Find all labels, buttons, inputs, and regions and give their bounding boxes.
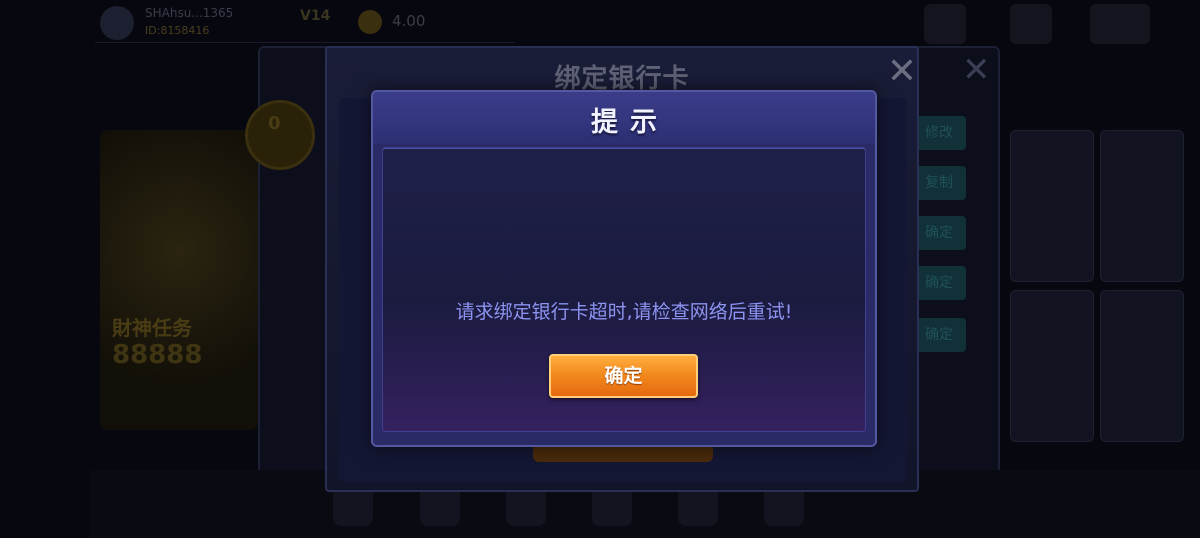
game-card: [1010, 290, 1094, 442]
side-button-confirm: 确定: [912, 318, 966, 352]
nav-icon: [333, 486, 373, 526]
alert-message: 请求绑定银行卡超时,请检查网络后重试!: [455, 301, 793, 323]
menu-icon: [924, 4, 966, 44]
gift-icon: [1010, 4, 1052, 44]
game-card: [1100, 290, 1184, 442]
medal-count: 0: [268, 113, 281, 134]
side-button-confirm: 确定: [912, 266, 966, 300]
side-button-confirm: 确定: [912, 216, 966, 250]
nav-icon: [506, 486, 546, 526]
game-card: [1010, 130, 1094, 282]
nav-icon: [764, 486, 804, 526]
coin-icon: [358, 10, 382, 34]
player-id: ID:8158416: [145, 24, 210, 37]
promo-panel: [100, 130, 258, 430]
shop-icon: [1090, 4, 1150, 44]
promo-title: 財神任务: [112, 316, 192, 340]
close-icon[interactable]: ✕: [884, 54, 920, 90]
game-card: [1100, 130, 1184, 282]
nav-icon: [678, 486, 718, 526]
side-button-edit: 修改: [912, 116, 966, 150]
background-close-icon: ✕: [962, 50, 991, 90]
promo-value: 88888: [112, 340, 203, 370]
side-button-copy: 复制: [912, 166, 966, 200]
avatar: [100, 6, 134, 40]
alert-title: 提示: [591, 107, 669, 138]
player-name: SHAhsu...1365: [145, 6, 234, 20]
confirm-button[interactable]: 确定: [549, 354, 698, 398]
vip-badge: V14: [300, 8, 331, 24]
coin-balance: 4.00: [392, 12, 426, 30]
nav-icon: [420, 486, 460, 526]
nav-icon: [592, 486, 632, 526]
alert-header: 提示: [373, 92, 875, 144]
medal-icon: [245, 100, 315, 170]
